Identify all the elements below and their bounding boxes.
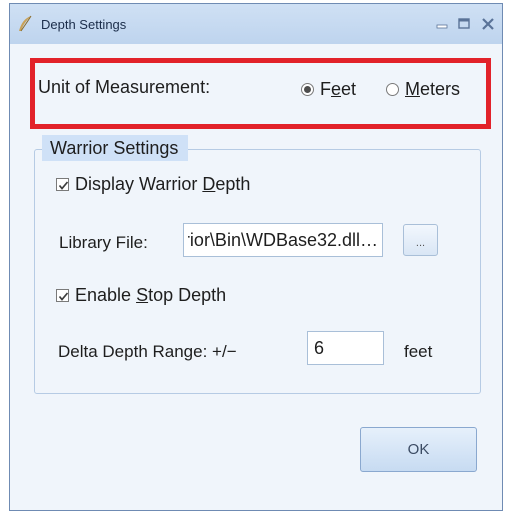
meters-radio[interactable]: Meters: [386, 77, 460, 101]
feet-radio[interactable]: Feet: [301, 77, 356, 101]
app-feather-icon: [19, 15, 32, 32]
display-warrior-depth-checkbox[interactable]: Display Warrior Depth: [56, 174, 250, 195]
close-icon[interactable]: [476, 14, 500, 34]
maximize-icon[interactable]: [452, 14, 476, 34]
enable-stop-depth-check-icon[interactable]: [56, 289, 69, 302]
display-warrior-depth-check-icon[interactable]: [56, 178, 69, 191]
delta-unit-label: feet: [404, 342, 433, 361]
meters-radio-label: Meters: [405, 78, 461, 99]
library-file-label: Library File:: [59, 233, 148, 252]
display-warrior-depth-label: Display Warrior Depth: [75, 174, 251, 194]
feet-radio-label: Feet: [320, 78, 357, 99]
feet-radio-indicator[interactable]: [301, 82, 314, 96]
minimize-icon[interactable]: [430, 14, 454, 34]
ok-button[interactable]: OK: [360, 427, 477, 472]
delta-depth-range-label: Delta Depth Range: +/−: [58, 342, 237, 361]
enable-stop-depth-label: Enable Stop Depth: [75, 285, 227, 305]
delta-depth-input[interactable]: [307, 331, 384, 365]
unit-of-measurement-label: Unit of Measurement:: [38, 77, 211, 97]
browse-button[interactable]: ...: [403, 224, 438, 256]
warrior-settings-title: Warrior Settings: [42, 135, 189, 161]
meters-radio-indicator[interactable]: [386, 82, 399, 96]
enable-stop-depth-checkbox[interactable]: Enable Stop Depth: [56, 285, 226, 306]
window-title: Depth Settings: [41, 17, 127, 32]
title-bar[interactable]: Depth Settings: [10, 4, 502, 44]
library-file-input[interactable]: [183, 223, 383, 257]
